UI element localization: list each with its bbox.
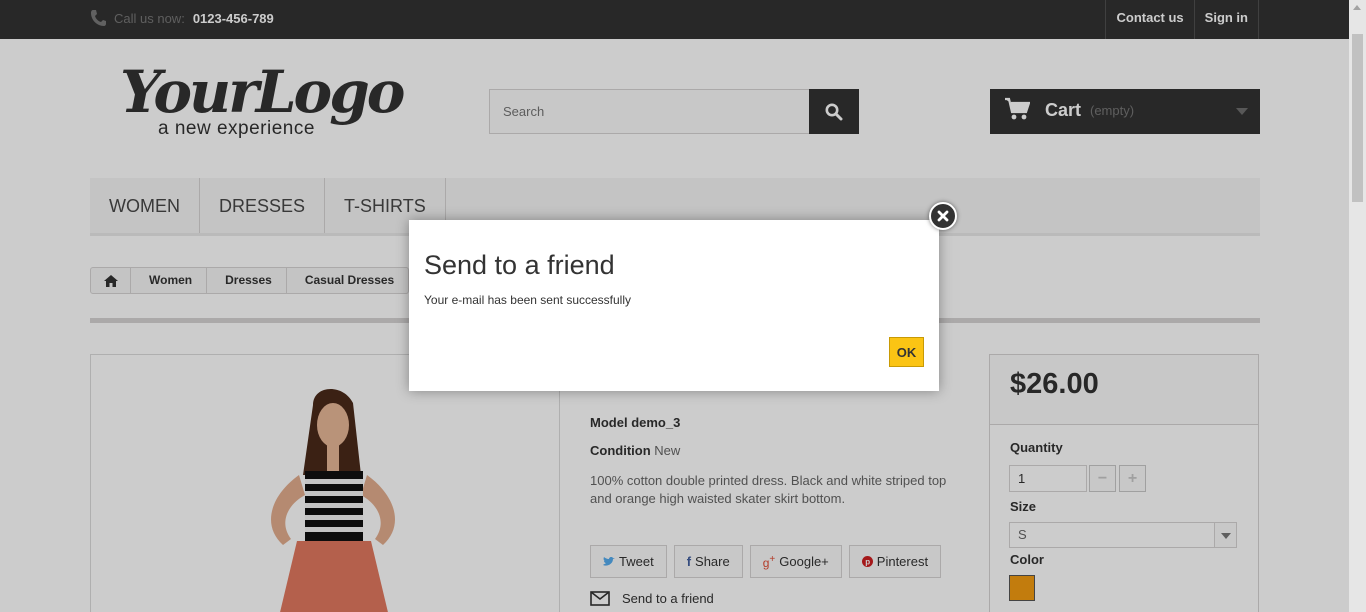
close-icon [937,210,949,222]
send-to-friend-dialog: Send to a friend Your e-mail has been se… [409,220,939,391]
scrollbar-thumb[interactable] [1352,34,1363,202]
close-dialog-button[interactable] [929,202,957,230]
ok-button[interactable]: OK [889,337,924,367]
dialog-title: Send to a friend [424,250,615,280]
page-scrollbar[interactable] [1349,0,1366,612]
scroll-up-arrow-icon[interactable] [1353,5,1361,10]
dialog-message: Your e-mail has been sent successfully [424,293,631,307]
